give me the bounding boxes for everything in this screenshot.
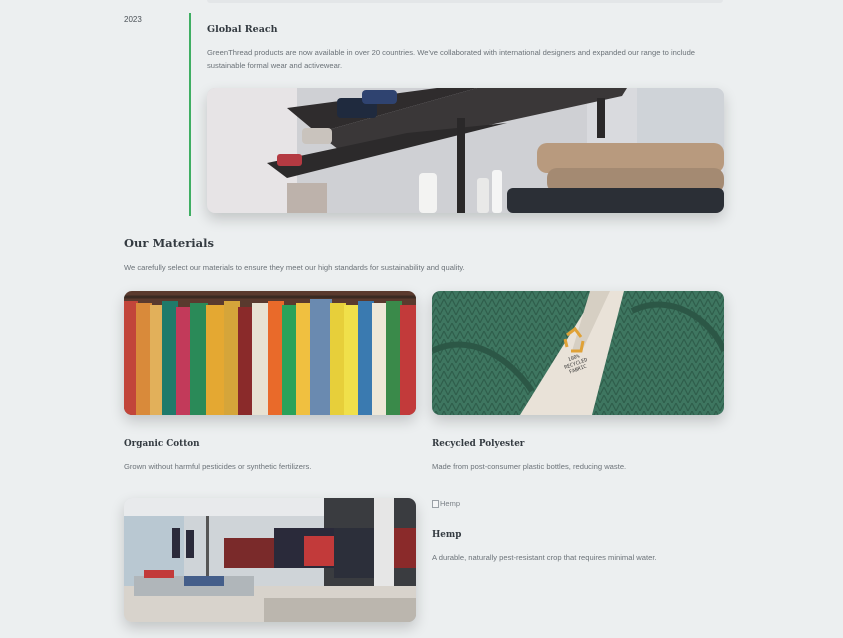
timeline-title: Global Reach <box>207 24 278 35</box>
material-desc-recycled-polyester: Made from post-consumer plastic bottles,… <box>432 462 627 471</box>
timeline-description: GreenThread products are now available i… <box>207 48 696 70</box>
store-interior-image <box>124 498 416 622</box>
timeline-shelves-image <box>207 88 724 213</box>
timeline-line <box>189 13 191 216</box>
materials-heading: Our Materials <box>124 236 214 250</box>
materials-intro: We carefully select our materials to ens… <box>124 263 465 272</box>
material-title-recycled-polyester: Recycled Polyester <box>432 439 525 449</box>
material-title-organic-cotton: Organic Cotton <box>124 439 200 449</box>
material-desc-organic-cotton: Grown without harmful pesticides or synt… <box>124 462 312 471</box>
hemp-image-broken: Hemp <box>432 499 460 508</box>
previous-card-edge <box>207 0 723 3</box>
timeline-year: 2023 <box>124 15 142 24</box>
hemp-image-alt: Hemp <box>440 499 461 508</box>
material-title-hemp: Hemp <box>432 530 462 540</box>
organic-cotton-image <box>124 291 416 415</box>
recycled-polyester-image: 100% RECYCLED FABRIC <box>432 291 724 415</box>
material-desc-hemp: A durable, naturally pest-resistant crop… <box>432 553 657 562</box>
broken-image-icon <box>432 499 439 508</box>
